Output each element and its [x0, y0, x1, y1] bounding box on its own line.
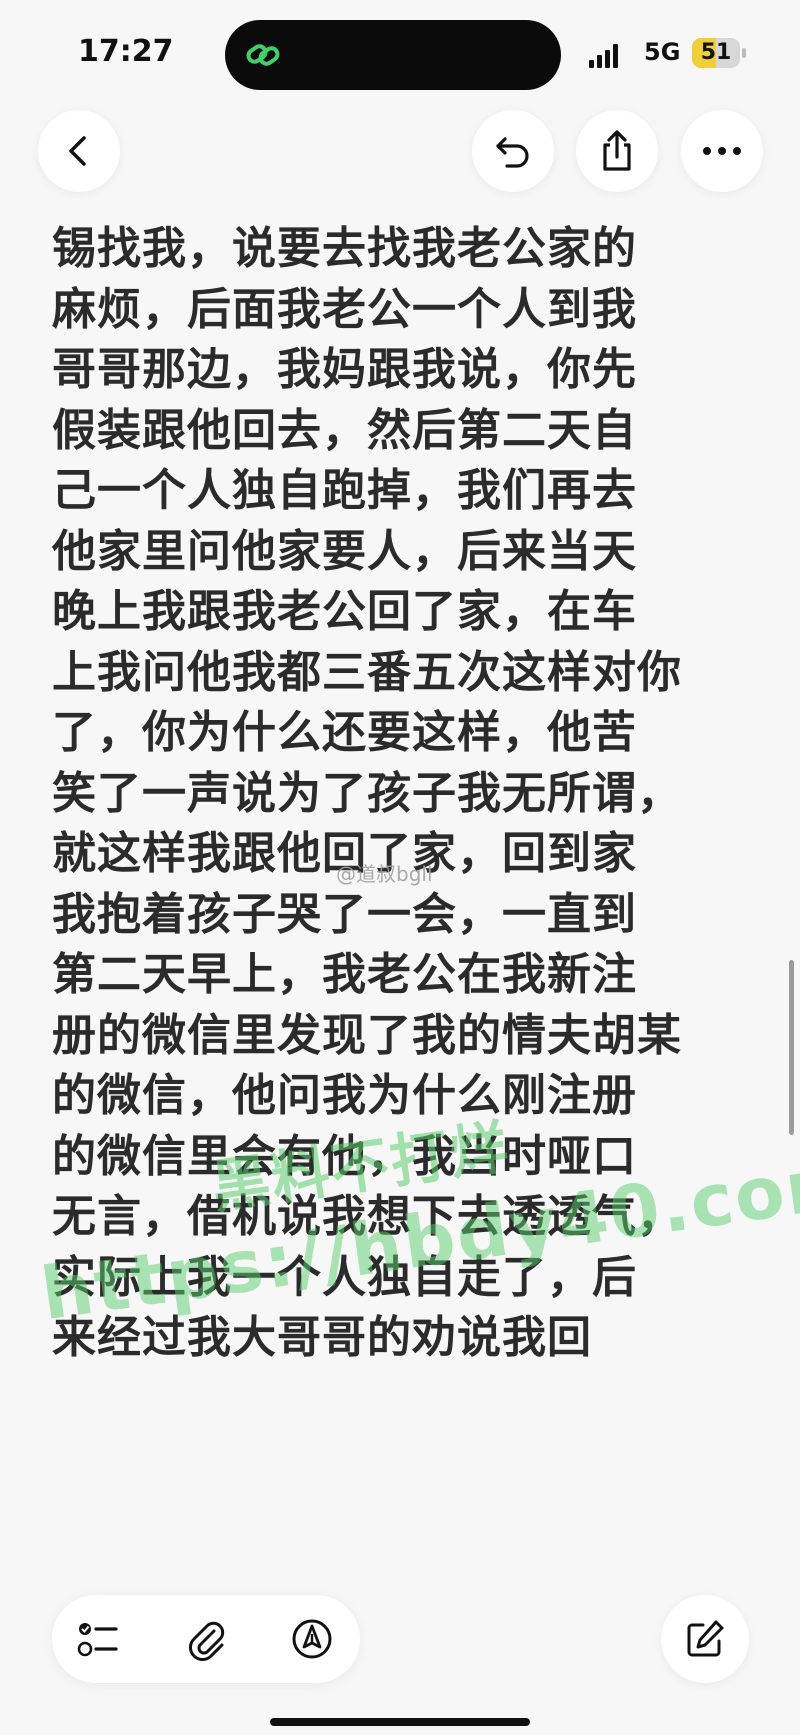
more-button[interactable]	[681, 110, 763, 192]
share-icon	[603, 130, 631, 171]
battery-level: 51	[700, 40, 732, 65]
paperclip-icon	[189, 1621, 225, 1661]
undo-button[interactable]	[472, 110, 554, 192]
note-line: 己一个人独自跑掉，我们再去	[52, 465, 637, 516]
note-line: 了，你为什么还要这样，他苦	[52, 707, 637, 758]
network-type: 5G	[644, 38, 681, 66]
more-icon	[703, 147, 741, 155]
scrollbar-thumb[interactable]	[789, 960, 794, 1135]
link-icon	[246, 44, 280, 66]
bottom-tool-group	[52, 1595, 360, 1683]
compose-icon	[687, 1620, 724, 1657]
share-button[interactable]	[576, 110, 658, 192]
note-line: 第二天早上，我老公在我新注	[52, 949, 637, 1000]
chevron-left-icon	[69, 136, 86, 166]
back-button[interactable]	[38, 110, 120, 192]
battery-cap	[742, 48, 746, 58]
attach-button[interactable]	[182, 1615, 230, 1663]
checklist-icon	[77, 1623, 118, 1657]
dynamic-island	[225, 20, 561, 90]
status-time: 17:27	[78, 34, 174, 69]
weibo-watermark: @道叔bgll	[336, 862, 433, 886]
markup-button[interactable]	[288, 1615, 336, 1663]
note-line: 他家里问他家要人，后来当天	[52, 525, 637, 577]
undo-icon	[496, 137, 529, 168]
note-line: 笑了一声说为了孩子我无所谓，	[52, 767, 682, 819]
note-line: 晚上我跟我老公回了家，在车	[52, 586, 637, 637]
note-line: 册的微信里发现了我的情夫胡某	[52, 1009, 682, 1061]
home-indicator	[270, 1718, 530, 1726]
note-line: 上我问他我都三番五次这样对你	[52, 646, 682, 698]
compose-button[interactable]	[661, 1595, 749, 1683]
note-line: 假装跟他回去，然后第二天自	[52, 404, 637, 456]
pen-markup-icon	[292, 1619, 332, 1659]
note-line: 麻烦，后面我老公一个人到我	[52, 283, 637, 335]
status-bar: 17:27 5G 51	[0, 0, 800, 110]
checklist-button[interactable]	[74, 1615, 122, 1663]
signal-icon	[589, 44, 619, 68]
note-line: 锡找我，说要去找我老公家的	[52, 223, 637, 274]
note-line: 哥哥那边，我妈跟我说，你先	[52, 344, 637, 395]
note-line: 我抱着孩子哭了一会，一直到	[52, 888, 637, 940]
battery-icon: 51	[692, 38, 740, 68]
